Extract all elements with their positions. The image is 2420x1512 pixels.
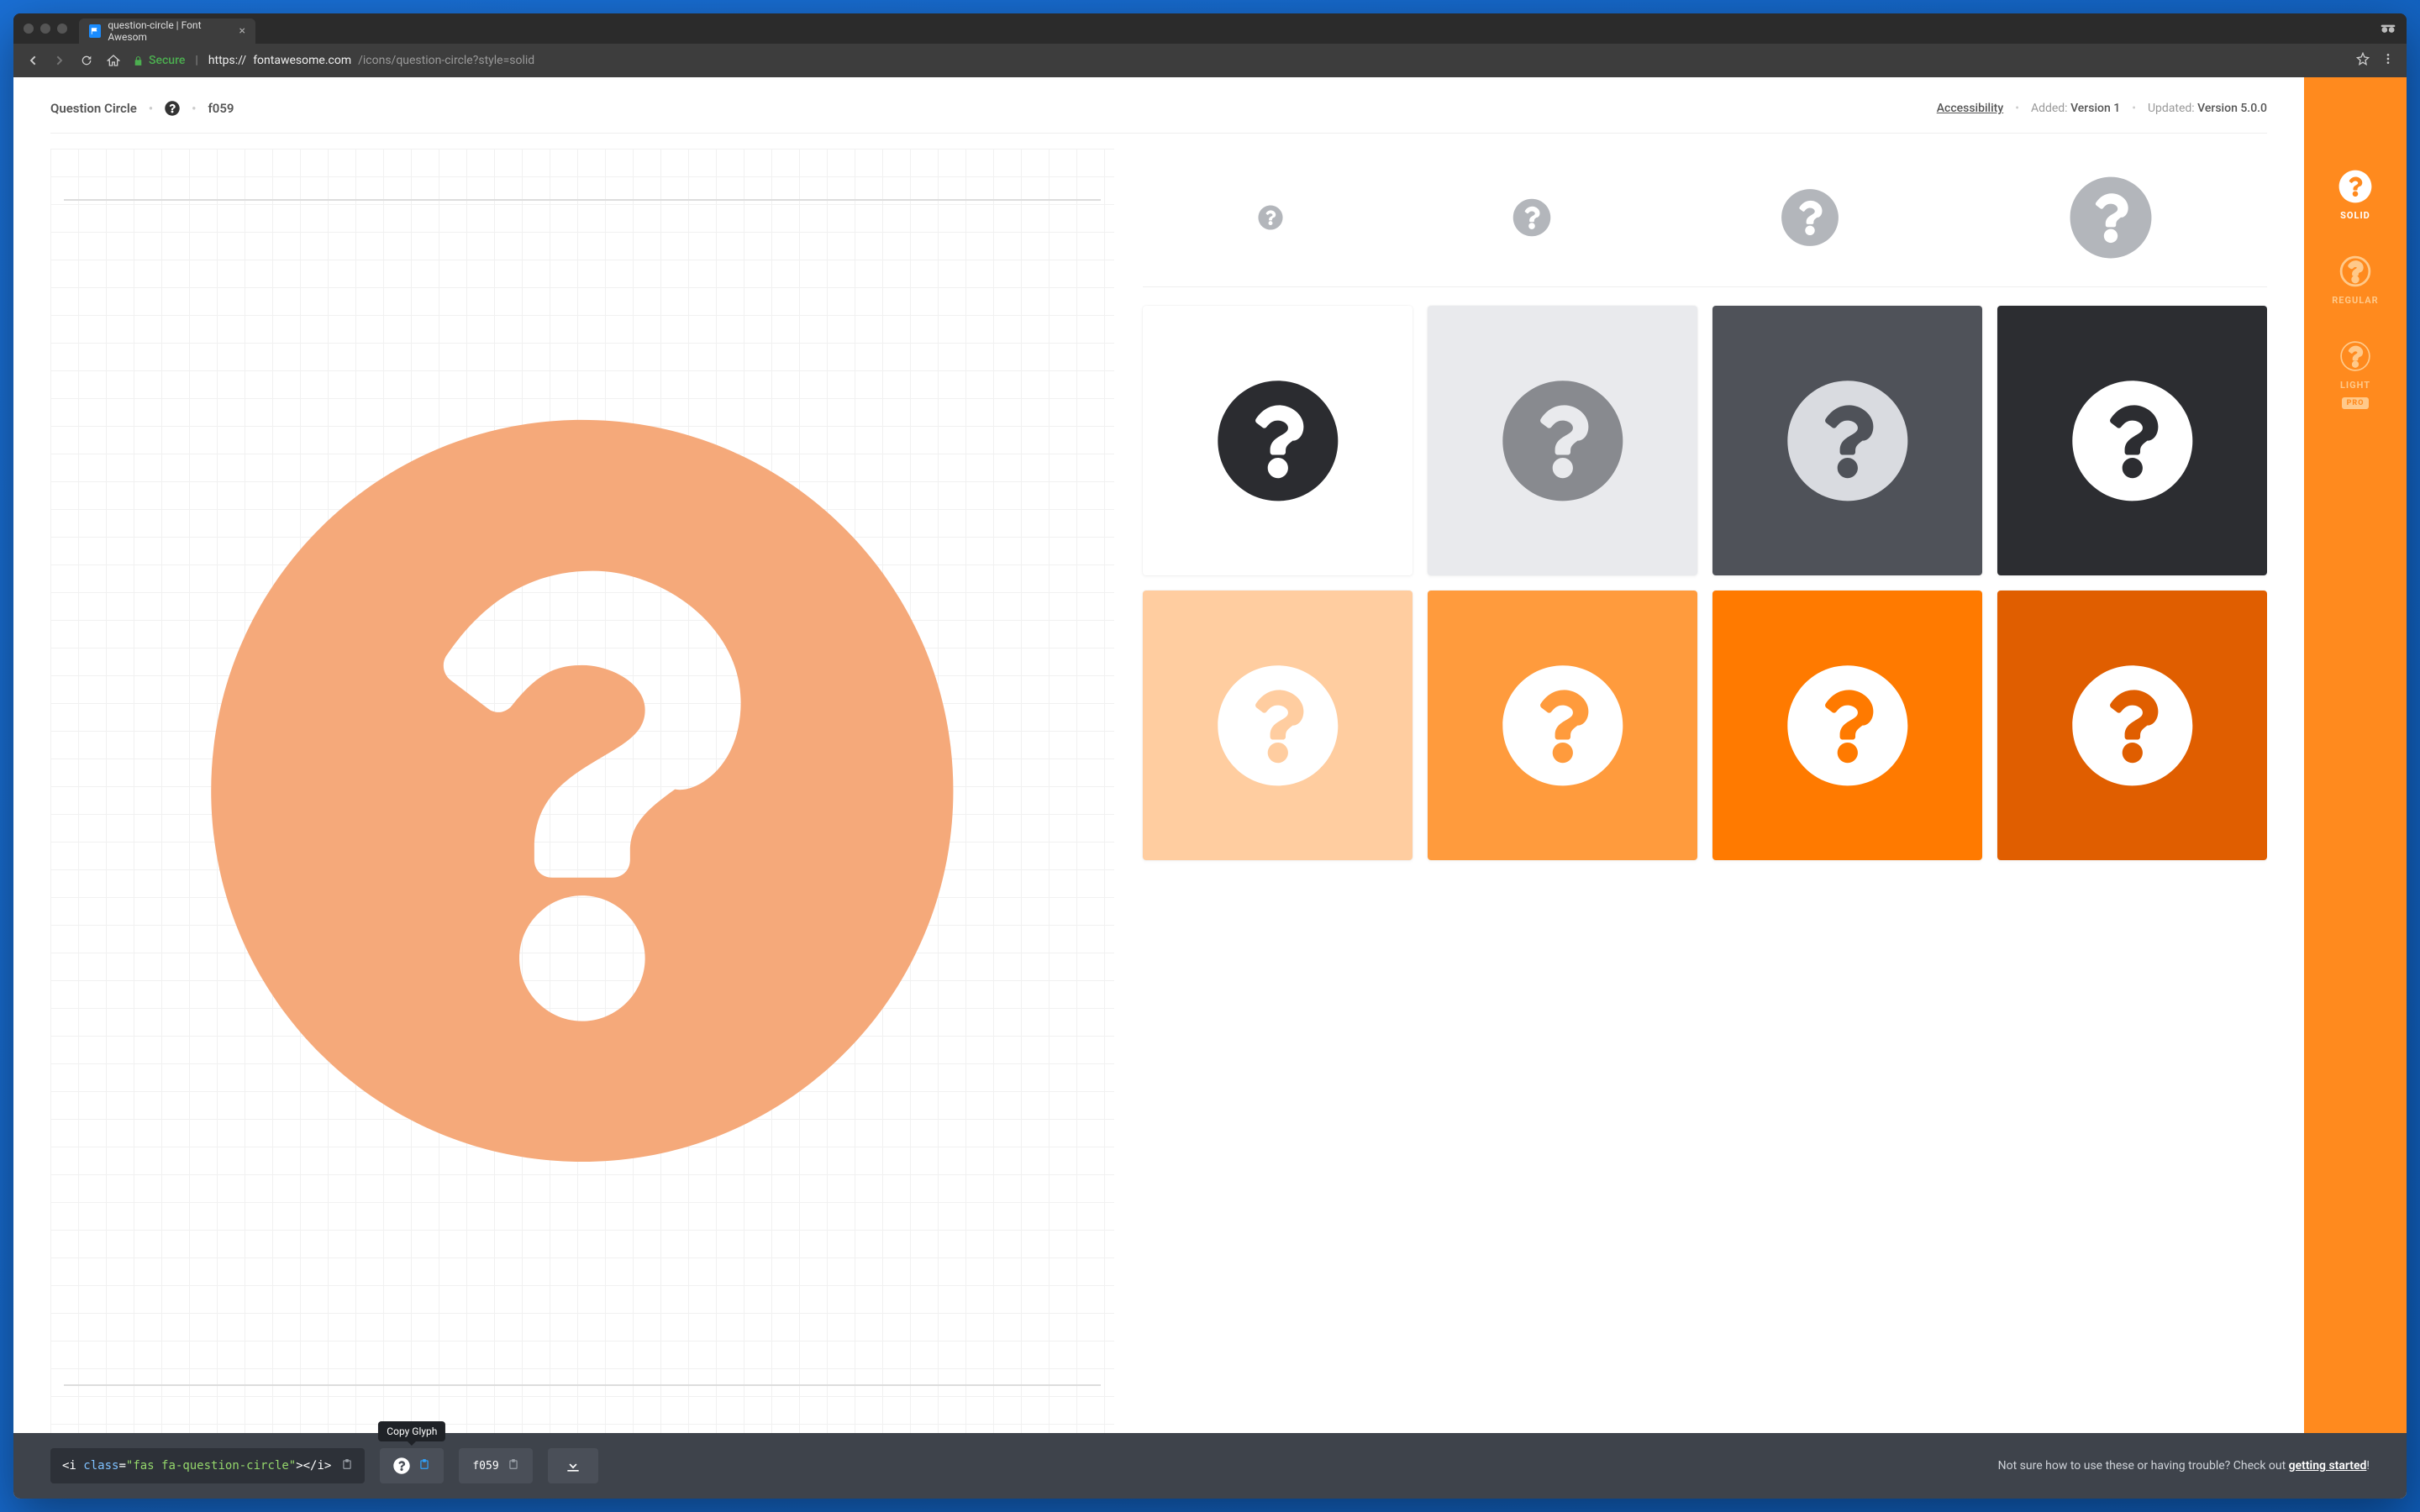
help-pre: Not sure how to use these or having trou…	[1998, 1459, 2289, 1473]
updated-value: Version 5.0.0	[2197, 102, 2267, 115]
code-tag-close: ></i>	[296, 1459, 331, 1473]
footer-bar: <i class="fas fa-question-circle"></i> C…	[13, 1433, 2407, 1499]
size-samples	[1143, 165, 2267, 287]
bookmark-button[interactable]	[2356, 52, 2370, 69]
swatch-peach[interactable]	[1143, 591, 1413, 860]
icon-unicode: f059	[208, 101, 234, 116]
reload-button[interactable]	[79, 53, 94, 68]
size-sample-xs	[1258, 205, 1283, 234]
code-string: "fas fa-question-circle"	[126, 1459, 296, 1473]
tab-title: question-circle | Font Awesom	[108, 19, 229, 43]
main-column: Question Circle • • f059 Accessibility •…	[13, 77, 2304, 1433]
size-sample-md	[1781, 188, 1839, 250]
lock-icon	[133, 55, 144, 66]
unicode-text: f059	[472, 1460, 498, 1473]
minimize-window-button[interactable]	[40, 24, 50, 34]
secure-label: Secure	[149, 54, 185, 67]
style-solid[interactable]: SOLID	[2338, 170, 2372, 221]
titlebar: question-circle | Font Awesom ×	[13, 13, 2407, 44]
url-host: fontawesome.com	[253, 54, 351, 67]
meta-right: Accessibility • Added: Version 1 • Updat…	[1937, 102, 2267, 115]
copy-glyph-tooltip: Copy Glyph	[378, 1421, 445, 1441]
samples-column	[1143, 149, 2267, 1433]
page: Question Circle • • f059 Accessibility •…	[13, 77, 2407, 1499]
browser-menu-button[interactable]	[2381, 52, 2395, 69]
swatch-grey[interactable]	[1712, 306, 1982, 575]
separator-dot: •	[149, 101, 153, 116]
browser-tab[interactable]: question-circle | Font Awesom ×	[79, 18, 255, 44]
swatch-lightgrey[interactable]	[1428, 306, 1697, 575]
address-bar[interactable]: Secure | https:// fontawesome.com/icons/q…	[133, 49, 2344, 72]
style-solid-label: SOLID	[2340, 210, 2370, 221]
help-post: !	[2366, 1459, 2370, 1473]
icon-meta-bar: Question Circle • • f059 Accessibility •…	[50, 101, 2267, 134]
style-light-label: LIGHT	[2340, 380, 2370, 391]
style-regular-label: REGULAR	[2332, 295, 2378, 306]
separator-dot: •	[2015, 102, 2019, 115]
download-icon	[565, 1457, 581, 1474]
browser-window: question-circle | Font Awesom × Secure |…	[13, 13, 2407, 1499]
pro-badge: PRO	[2342, 397, 2370, 409]
icon-name: Question Circle	[50, 101, 137, 116]
url-scheme: https://	[208, 54, 246, 67]
accessibility-link[interactable]: Accessibility	[1937, 102, 2003, 115]
code-attr: class	[83, 1459, 118, 1473]
close-tab-icon[interactable]: ×	[239, 24, 245, 38]
back-button[interactable]	[25, 53, 40, 68]
separator-dot: •	[192, 101, 196, 116]
swatch-white[interactable]	[1143, 306, 1413, 575]
icon-preview-grid	[50, 149, 1114, 1433]
copy-unicode-button[interactable]: f059	[459, 1448, 532, 1483]
updated-label: Updated:	[2148, 102, 2195, 115]
forward-button[interactable]	[52, 53, 67, 68]
getting-started-link[interactable]: getting started	[2289, 1459, 2367, 1473]
question-circle-icon	[393, 1457, 410, 1474]
url-path: /icons/question-circle?style=solid	[358, 54, 534, 67]
style-regular[interactable]: REGULAR	[2332, 255, 2378, 306]
flag-icon	[89, 24, 101, 38]
size-sample-lg	[2069, 176, 2153, 263]
style-light[interactable]: LIGHT PRO	[2338, 339, 2372, 409]
code-tag-open: <i	[62, 1459, 83, 1473]
swatch-dark-orange[interactable]	[1997, 591, 2267, 860]
code-eq: =	[118, 1459, 125, 1473]
swatch-orange[interactable]	[1428, 591, 1697, 860]
clipboard-icon	[418, 1457, 430, 1474]
active-style-pointer	[2296, 188, 2306, 208]
question-circle-icon	[165, 101, 180, 116]
clipboard-icon	[341, 1457, 353, 1474]
swatch-orange-strong[interactable]	[1712, 591, 1982, 860]
footer-help-text: Not sure how to use these or having trou…	[1998, 1459, 2370, 1473]
code-snippet-chip[interactable]: <i class="fas fa-question-circle"></i>	[50, 1448, 365, 1483]
copy-glyph-button[interactable]: Copy Glyph	[380, 1448, 444, 1483]
toolbar: Secure | https:// fontawesome.com/icons/q…	[13, 44, 2407, 77]
home-button[interactable]	[106, 53, 121, 68]
incognito-icon	[2380, 21, 2396, 37]
download-button[interactable]	[548, 1448, 598, 1483]
secure-chip: Secure	[133, 54, 185, 67]
added-value: Version 1	[2070, 102, 2120, 115]
added-label: Added:	[2031, 102, 2068, 115]
clipboard-icon	[508, 1457, 519, 1474]
url-divider: |	[195, 54, 197, 67]
content-row	[50, 149, 2267, 1433]
page-body: Question Circle • • f059 Accessibility •…	[13, 77, 2407, 1433]
separator-dot: •	[2132, 102, 2136, 115]
large-preview-icon	[50, 149, 1114, 1433]
swatch-dark[interactable]	[1997, 306, 2267, 575]
color-swatches	[1143, 306, 2267, 860]
style-sidebar: SOLID REGULAR LIGHT PRO	[2304, 77, 2407, 1433]
size-sample-sm	[1512, 198, 1551, 240]
window-controls	[24, 24, 67, 34]
maximize-window-button[interactable]	[57, 24, 67, 34]
close-window-button[interactable]	[24, 24, 34, 34]
